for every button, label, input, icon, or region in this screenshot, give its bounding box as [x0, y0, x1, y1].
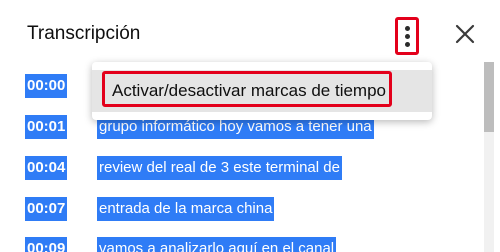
close-button[interactable]	[453, 22, 477, 46]
segment-timestamp[interactable]: 00:09	[25, 237, 68, 252]
menu-item-label: Activar/desactivar marcas de tiempo	[112, 81, 386, 100]
options-menu: Activar/desactivar marcas de tiempo	[92, 62, 432, 120]
transcript-segment[interactable]: 00:04 review del real de 3 este terminal…	[0, 156, 480, 182]
more-options-button[interactable]	[395, 17, 419, 55]
segment-timestamp[interactable]: 00:01	[25, 115, 68, 139]
segment-text[interactable]: vamos a analizarlo aquí en el canal	[97, 237, 337, 252]
transcript-segment[interactable]: 00:07 entrada de la marca china	[0, 197, 480, 223]
menu-item-toggle-timestamps[interactable]: Activar/desactivar marcas de tiempo	[92, 70, 432, 112]
more-vert-icon	[404, 25, 410, 31]
transcript-segment[interactable]: 00:09 vamos a analizarlo aquí en el cana…	[0, 237, 480, 252]
close-icon	[455, 24, 475, 44]
segment-timestamp[interactable]: 00:04	[25, 156, 68, 180]
segment-text[interactable]: review del real de 3 este terminal de	[97, 156, 342, 180]
panel-title: Transcripción	[27, 23, 141, 44]
transcript-header: Transcripción	[0, 0, 500, 62]
scroll-thumb[interactable]	[484, 62, 494, 132]
segment-timestamp[interactable]: 00:00	[25, 74, 68, 98]
scrollbar[interactable]	[484, 62, 494, 252]
segment-timestamp[interactable]: 00:07	[25, 197, 68, 221]
segment-text[interactable]: entrada de la marca china	[97, 197, 275, 221]
